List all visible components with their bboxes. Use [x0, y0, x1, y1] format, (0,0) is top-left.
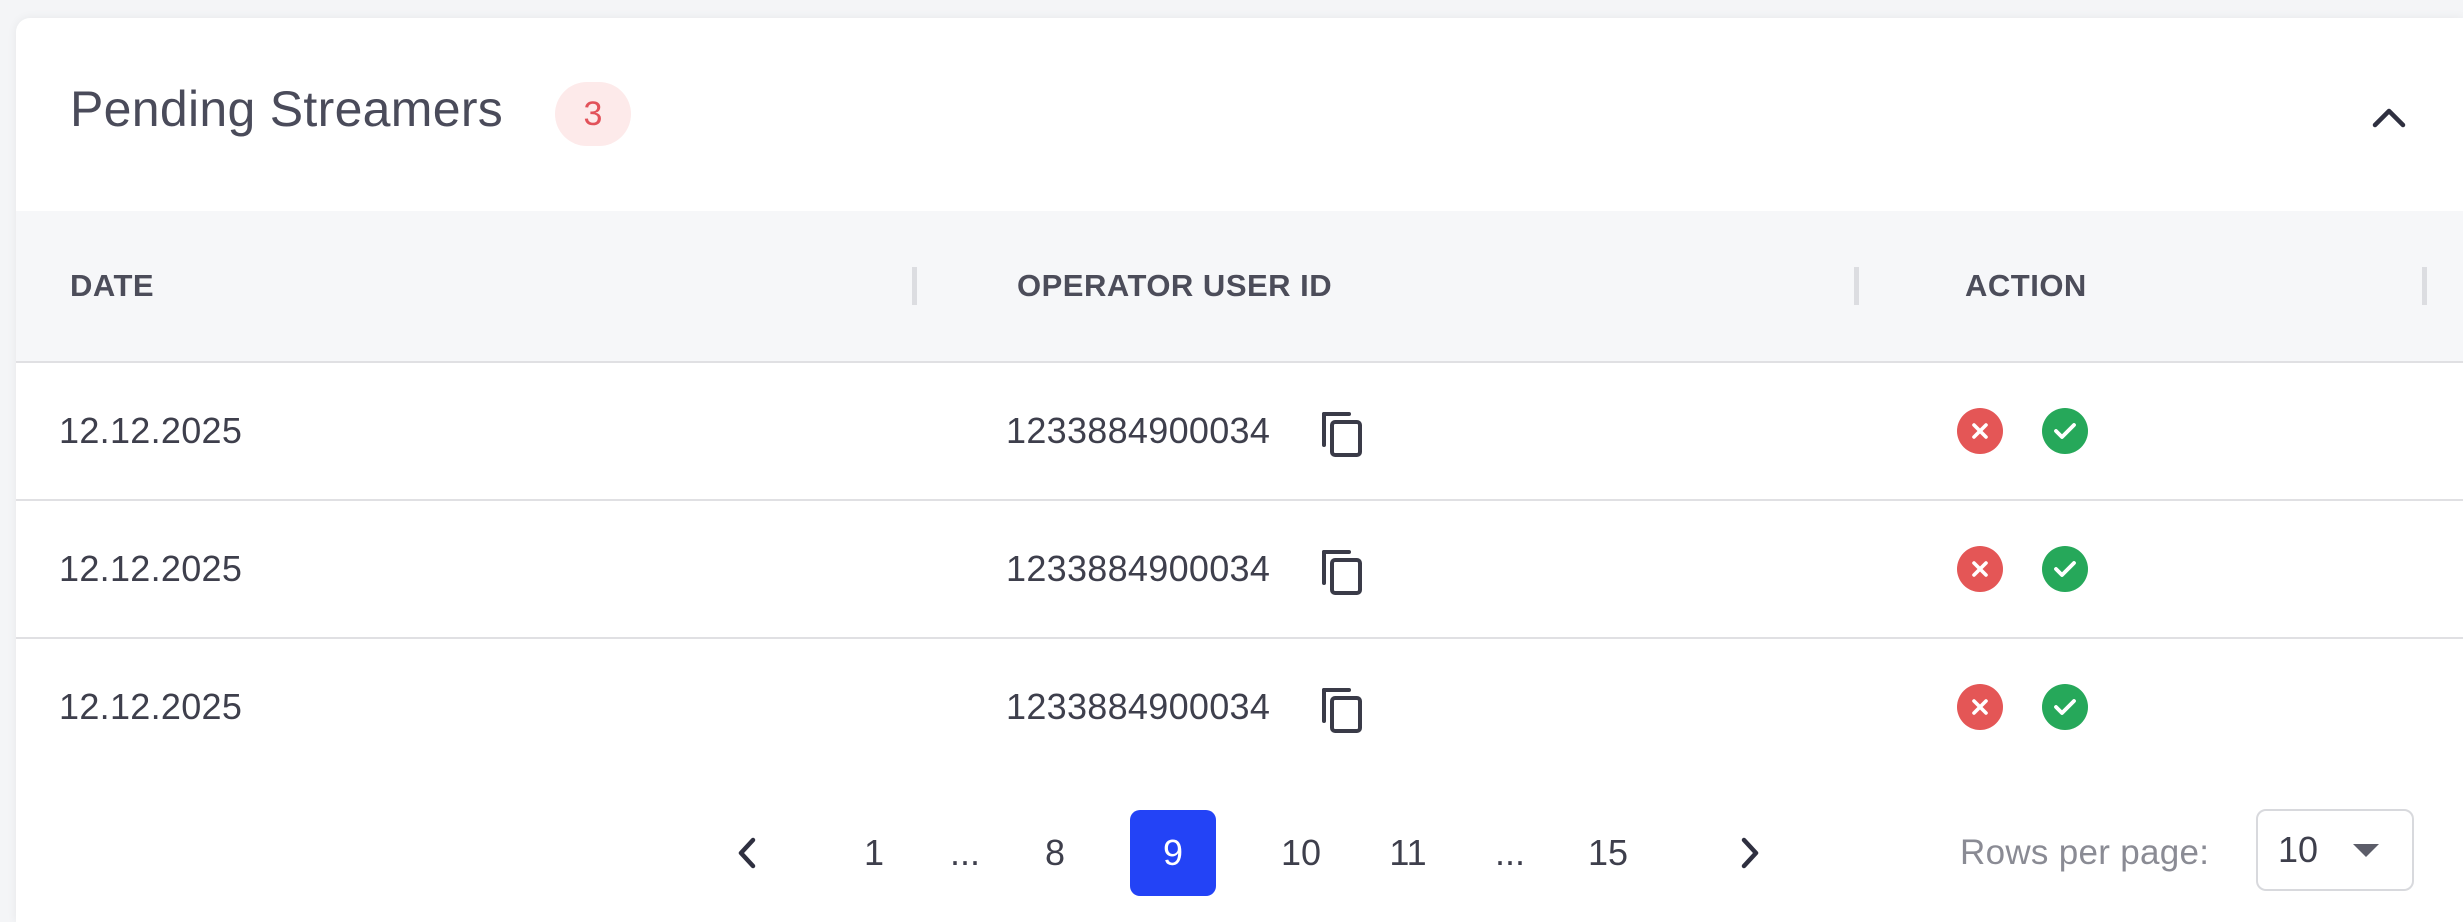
cell-operator-user-id: 1233884900034 — [1006, 548, 1271, 589]
check-icon — [2054, 423, 2076, 439]
pagination-bar: 1... 8 9 10 11... 15 Rows per page: 10 — [16, 779, 2463, 922]
next-page-button[interactable] — [1730, 833, 1770, 873]
page-button[interactable]: 8 — [1020, 831, 1090, 875]
chevron-right-icon — [1741, 837, 1759, 869]
rows-per-page-select[interactable]: 10 — [2256, 809, 2414, 891]
approve-button[interactable] — [2042, 684, 2088, 730]
page-button-current[interactable]: 9 — [1130, 810, 1216, 896]
close-icon — [1972, 423, 1988, 439]
table-row: 12.12.2025 1233884900034 — [16, 363, 2463, 501]
column-header-date[interactable]: DATE — [70, 211, 154, 361]
pending-streamers-panel: Pending Streamers 3 DATE OPERATOR USER I… — [16, 18, 2463, 922]
cell-date: 12.12.2025 — [59, 548, 243, 589]
check-icon — [2054, 561, 2076, 577]
prev-page-button[interactable] — [727, 833, 767, 873]
chevron-left-icon — [738, 837, 756, 869]
close-icon — [1972, 561, 1988, 577]
table-row: 12.12.2025 1233884900034 — [16, 639, 2463, 777]
approve-button[interactable] — [2042, 408, 2088, 454]
page-button[interactable]: 11 — [1373, 831, 1443, 875]
column-header-operator-user-id[interactable]: OPERATOR USER ID — [1017, 211, 1332, 361]
approve-button[interactable] — [2042, 546, 2088, 592]
reject-button[interactable] — [1957, 408, 2003, 454]
caret-down-icon — [2353, 844, 2379, 857]
panel-header: Pending Streamers 3 — [16, 18, 2463, 211]
reject-button[interactable] — [1957, 684, 2003, 730]
cell-date: 12.12.2025 — [59, 686, 243, 727]
column-resize-handle[interactable] — [2422, 267, 2427, 305]
reject-button[interactable] — [1957, 546, 2003, 592]
table-row: 12.12.2025 1233884900034 — [16, 501, 2463, 639]
close-icon — [1972, 699, 1988, 715]
rows-per-page-label: Rows per page: — [1960, 833, 2210, 872]
copy-button[interactable] — [1316, 681, 1370, 735]
column-resize-handle[interactable] — [912, 267, 917, 305]
cell-operator-user-id: 1233884900034 — [1006, 410, 1271, 451]
page-button[interactable]: 10 — [1266, 831, 1336, 875]
panel-title: Pending Streamers — [70, 81, 504, 137]
column-resize-handle[interactable] — [1854, 267, 1859, 305]
copy-button[interactable] — [1316, 405, 1370, 459]
copy-icon — [1322, 412, 1362, 457]
table-header: DATE OPERATOR USER ID ACTION — [16, 211, 2463, 363]
column-header-action[interactable]: ACTION — [1965, 211, 2087, 361]
check-icon — [2054, 699, 2076, 715]
cell-operator-user-id: 1233884900034 — [1006, 686, 1271, 727]
rows-per-page-value: 10 — [2278, 829, 2319, 870]
copy-button[interactable] — [1316, 543, 1370, 597]
count-badge: 3 — [555, 82, 631, 146]
cell-date: 12.12.2025 — [59, 410, 243, 451]
chevron-up-icon — [2372, 108, 2406, 128]
copy-icon — [1322, 550, 1362, 595]
page-button[interactable]: 15 — [1573, 831, 1643, 875]
pagination-ellipsis: ... — [949, 832, 980, 873]
pagination-ellipsis: ... — [1494, 832, 1525, 873]
copy-icon — [1322, 688, 1362, 733]
collapse-button[interactable] — [2365, 94, 2413, 138]
page-button[interactable]: 1 — [839, 831, 909, 875]
